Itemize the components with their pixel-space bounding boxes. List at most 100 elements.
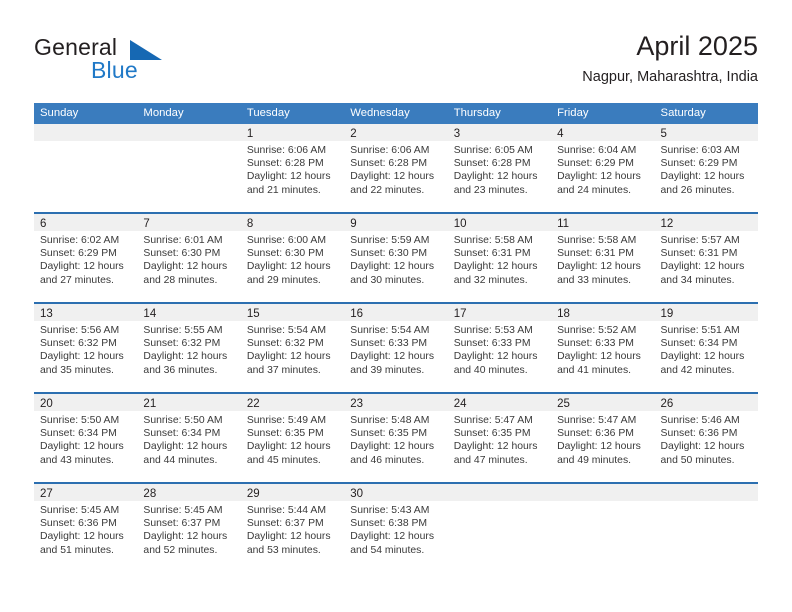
day-info-line: Sunrise: 5:57 AM (660, 235, 740, 246)
day-info-line: Daylight: 12 hours (143, 441, 228, 453)
day-info-line: and 28 minutes. (143, 274, 218, 286)
day-info-line: Sunrise: 5:58 AM (453, 235, 533, 246)
day-number-strip: 1 (240, 124, 345, 141)
calendar-day-cell[interactable]: 21 Sunrise: 5:50 AM Sunset: 6:34 PM Dayligh… (137, 394, 241, 482)
day-info-line: Sunrise: 5:45 AM (143, 505, 223, 516)
day-info-line: Daylight: 12 hours (246, 441, 331, 453)
day-number: 17 (453, 308, 467, 320)
day-number: 11 (557, 218, 570, 230)
calendar-day-cell[interactable]: 14 Sunrise: 5:55 AM Sunset: 6:32 PM Dayligh… (137, 304, 241, 392)
day-sun-info: Sunrise: 5:50 AM Sunset: 6:34 PM Daylight:… (34, 411, 137, 467)
day-info-line: and 27 minutes. (40, 274, 114, 286)
calendar-page: General Blue April 2025 Nagpur, Maharash… (0, 0, 792, 612)
day-info-line: and 53 minutes. (246, 544, 321, 556)
day-info-line: and 35 minutes. (40, 364, 114, 376)
calendar-day-cell[interactable]: 9 Sunrise: 5:59 AM Sunset: 6:30 PM Daylight… (344, 214, 448, 302)
day-number: 13 (40, 308, 53, 320)
calendar-day-cell[interactable]: 18 Sunrise: 5:52 AM Sunset: 6:33 PM Dayligh… (551, 304, 655, 392)
calendar-grid: Sunday Monday Tuesday Wednesday Thursday Frid… (34, 103, 758, 572)
day-info-line: Sunrise: 5:53 AM (453, 325, 533, 336)
calendar-day-cell[interactable]: 27 Sunrise: 5:45 AM Sunset: 6:36 PM Dayligh… (34, 484, 138, 572)
day-sun-info: Sunrise: 5:49 AM Sunset: 6:35 PM Daylight:… (241, 411, 344, 467)
calendar-day-cell[interactable]: 12 Sunrise: 5:57 AM Sunset: 6:31 PM Dayligh… (654, 214, 758, 302)
day-sun-info: Sunrise: 5:54 AM Sunset: 6:33 PM Daylight:… (344, 321, 447, 377)
calendar-day-cell[interactable]: 15 Sunrise: 5:54 AM Sunset: 6:32 PM Dayligh… (240, 304, 345, 392)
calendar-day-cell[interactable]: 17 Sunrise: 5:53 AM Sunset: 6:33 PM Dayligh… (447, 304, 552, 392)
weekday-header-thursday: Thursday (453, 107, 501, 119)
day-sun-info: Sunrise: 5:54 AM Sunset: 6:32 PM Daylight:… (241, 321, 344, 377)
day-sun-info: Sunrise: 6:01 AM Sunset: 6:30 PM Daylight:… (137, 231, 240, 287)
day-info-line: and 21 minutes. (246, 184, 321, 196)
day-info-line: Sunset: 6:37 PM (246, 518, 324, 530)
calendar-day-cell[interactable]: 11 Sunrise: 5:58 AM Sunset: 6:31 PM Dayligh… (551, 214, 655, 302)
calendar-day-cell[interactable]: 22 Sunrise: 5:49 AM Sunset: 6:35 PM Dayligh… (240, 394, 345, 482)
day-info-line: Sunset: 6:33 PM (350, 338, 428, 350)
day-number-strip: 13 (34, 304, 138, 321)
day-info-line: and 23 minutes. (453, 184, 528, 196)
day-sun-info: Sunrise: 6:05 AM Sunset: 6:28 PM Daylight:… (448, 141, 551, 197)
day-info-line: Sunrise: 6:02 AM (40, 235, 120, 246)
calendar-day-cell[interactable]: 1 Sunrise: 6:06 AM Sunset: 6:28 PM Daylight… (240, 124, 345, 212)
day-sun-info: Sunrise: 5:45 AM Sunset: 6:37 PM Daylight:… (137, 501, 240, 557)
day-number: 6 (40, 218, 47, 230)
calendar-day-cell[interactable]: 4 Sunrise: 6:04 AM Sunset: 6:29 PM Daylight… (551, 124, 655, 212)
calendar-day-cell[interactable]: 23 Sunrise: 5:48 AM Sunset: 6:35 PM Dayligh… (344, 394, 448, 482)
calendar-day-cell[interactable]: 25 Sunrise: 5:47 AM Sunset: 6:36 PM Dayligh… (551, 394, 655, 482)
calendar-day-cell[interactable]: 26 Sunrise: 5:46 AM Sunset: 6:36 PM Dayligh… (654, 394, 758, 482)
calendar-day-cell[interactable]: 20 Sunrise: 5:50 AM Sunset: 6:34 PM Dayligh… (34, 394, 138, 482)
day-sun-info: Sunrise: 6:06 AM Sunset: 6:28 PM Daylight:… (241, 141, 344, 197)
calendar-day-cell[interactable]: 10 Sunrise: 5:58 AM Sunset: 6:31 PM Dayligh… (447, 214, 552, 302)
calendar-week-row: 20 Sunrise: 5:50 AM Sunset: 6:34 PM Dayligh… (34, 392, 758, 482)
general-blue-logo[interactable]: General Blue (34, 34, 264, 90)
title-block: April 2025 Nagpur, Maharashtra, India (582, 30, 758, 87)
calendar-week-row: 27 Sunrise: 5:45 AM Sunset: 6:36 PM Dayligh… (34, 482, 758, 572)
day-info-line: and 52 minutes. (143, 544, 218, 556)
day-info-line: Sunset: 6:28 PM (453, 158, 531, 170)
calendar-day-cell[interactable]: 19 Sunrise: 5:51 AM Sunset: 6:34 PM Dayligh… (654, 304, 758, 392)
calendar-day-cell[interactable]: 2 Sunrise: 6:06 AM Sunset: 6:28 PM Daylight… (344, 124, 448, 212)
calendar-day-cell[interactable]: 6 Sunrise: 6:02 AM Sunset: 6:29 PM Daylight… (34, 214, 138, 302)
page-subtitle: Nagpur, Maharashtra, India (582, 69, 758, 85)
day-info-line: Sunset: 6:34 PM (660, 338, 738, 350)
calendar-day-cell[interactable]: 5 Sunrise: 6:03 AM Sunset: 6:29 PM Daylight… (654, 124, 758, 212)
day-info-line: Daylight: 12 hours (143, 531, 228, 543)
calendar-day-cell[interactable]: 16 Sunrise: 5:54 AM Sunset: 6:33 PM Dayligh… (344, 304, 448, 392)
calendar-day-cell[interactable]: 29 Sunrise: 5:44 AM Sunset: 6:37 PM Dayligh… (240, 484, 345, 572)
day-info-line: Sunset: 6:35 PM (246, 428, 324, 440)
page-title: April 2025 (636, 31, 758, 61)
day-number-strip: 9 (344, 214, 448, 231)
day-number-strip (551, 484, 655, 501)
day-sun-info: Sunrise: 5:53 AM Sunset: 6:33 PM Daylight:… (448, 321, 551, 377)
calendar-day-cell[interactable]: 13 Sunrise: 5:56 AM Sunset: 6:32 PM Dayligh… (34, 304, 138, 392)
day-number-strip: 27 (34, 484, 138, 501)
day-number-strip: 28 (137, 484, 241, 501)
day-info-line: Sunset: 6:34 PM (40, 428, 117, 440)
day-number: 24 (453, 398, 467, 410)
day-number: 18 (557, 308, 570, 320)
calendar-day-cell[interactable]: 3 Sunrise: 6:05 AM Sunset: 6:28 PM Daylight… (447, 124, 552, 212)
day-number-strip (447, 484, 552, 501)
day-info-line: Daylight: 12 hours (557, 351, 641, 363)
day-number-strip: 2 (344, 124, 448, 141)
weekday-header-wednesday: Wednesday (350, 107, 410, 119)
day-info-line: Daylight: 12 hours (557, 441, 641, 453)
day-info-line: Sunrise: 5:56 AM (40, 325, 120, 336)
day-sun-info: Sunrise: 6:04 AM Sunset: 6:29 PM Daylight:… (551, 141, 654, 197)
calendar-day-cell[interactable]: 8 Sunrise: 6:00 AM Sunset: 6:30 PM Daylight… (240, 214, 345, 302)
day-number-strip: 15 (240, 304, 345, 321)
day-sun-info: Sunrise: 5:44 AM Sunset: 6:37 PM Daylight:… (241, 501, 344, 557)
calendar-day-cell[interactable]: 7 Sunrise: 6:01 AM Sunset: 6:30 PM Daylight… (137, 214, 241, 302)
calendar-day-cell[interactable]: 24 Sunrise: 5:47 AM Sunset: 6:35 PM Dayligh… (447, 394, 552, 482)
calendar-day-cell[interactable]: 30 Sunrise: 5:43 AM Sunset: 6:38 PM Dayligh… (344, 484, 448, 572)
day-number-strip: 6 (34, 214, 138, 231)
day-sun-info: Sunrise: 6:02 AM Sunset: 6:29 PM Daylight:… (34, 231, 137, 287)
day-sun-info: Sunrise: 5:47 AM Sunset: 6:35 PM Daylight:… (448, 411, 551, 467)
calendar-day-cell[interactable]: 28 Sunrise: 5:45 AM Sunset: 6:37 PM Dayligh… (137, 484, 241, 572)
day-number: 4 (557, 128, 564, 140)
day-info-line: Sunset: 6:29 PM (557, 158, 634, 170)
day-info-line: Sunset: 6:29 PM (660, 158, 738, 170)
day-number: 12 (660, 218, 674, 230)
day-info-line: and 24 minutes. (557, 184, 632, 196)
calendar-day-cell-empty (137, 124, 241, 212)
day-info-line: Daylight: 12 hours (557, 261, 641, 273)
